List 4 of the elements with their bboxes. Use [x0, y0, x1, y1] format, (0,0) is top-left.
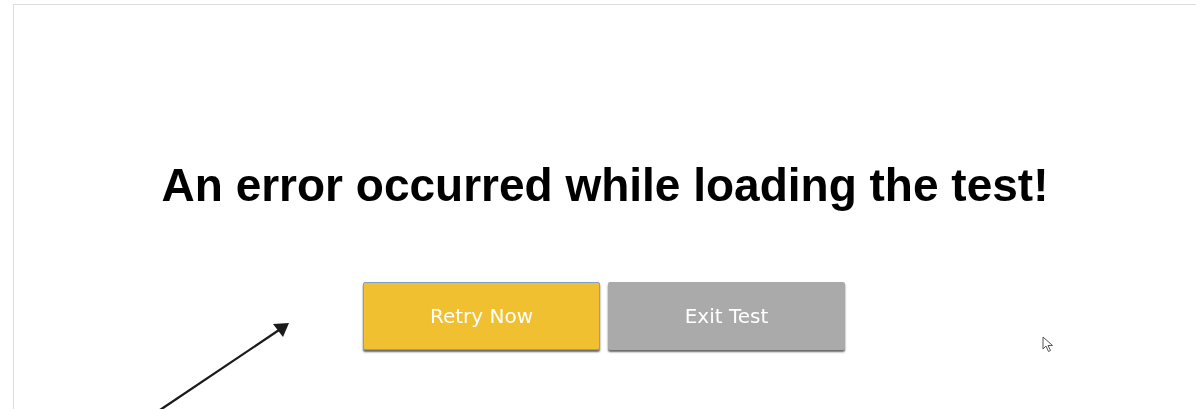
retry-button[interactable]: Retry Now — [363, 282, 600, 350]
cursor-icon — [1042, 336, 1054, 353]
error-heading: An error occurred while loading the test! — [160, 158, 1050, 213]
exit-button[interactable]: Exit Test — [608, 282, 845, 350]
